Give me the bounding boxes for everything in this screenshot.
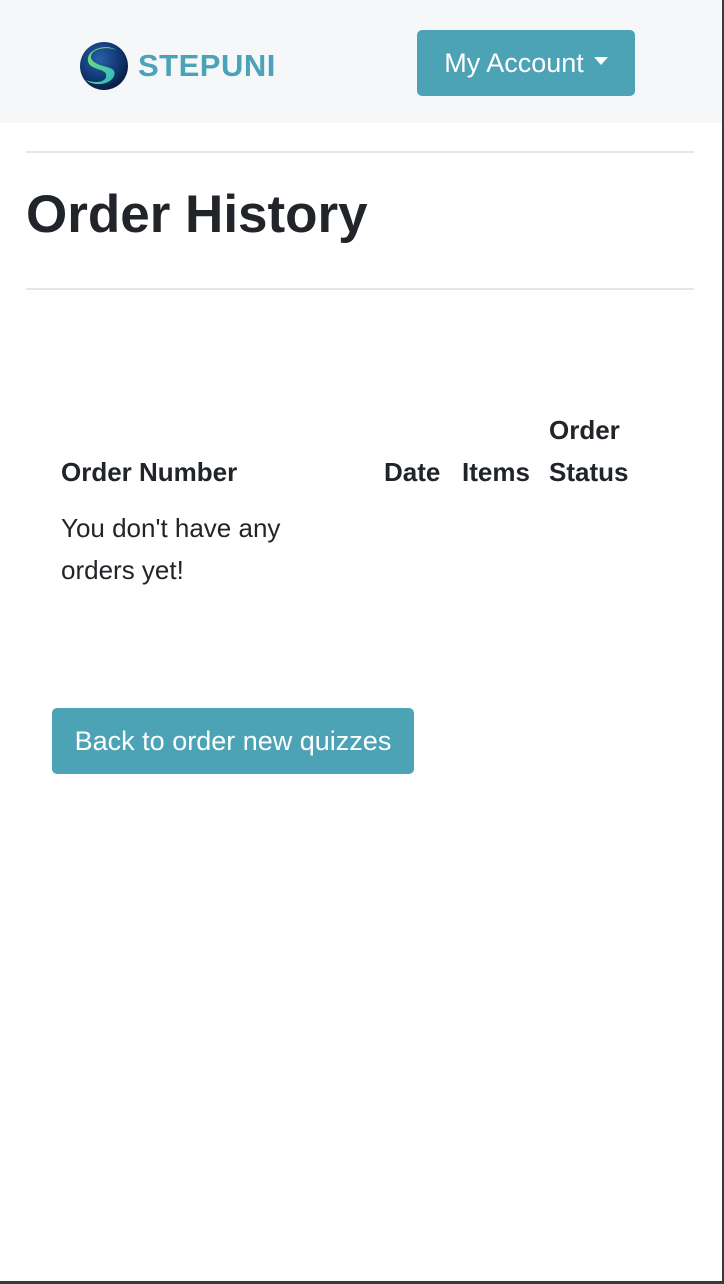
brand-link[interactable]: STEPUNI xyxy=(78,40,276,92)
stepuni-logo-icon xyxy=(80,42,128,90)
column-header-order-number: Order Number xyxy=(61,457,238,487)
column-header-items: Items xyxy=(462,457,530,487)
empty-orders-message: You don't have any orders yet! xyxy=(61,513,281,585)
browser-viewport: STEPUNI My Account Order History Order N… xyxy=(0,0,724,1284)
back-to-order-button[interactable]: Back to order new quizzes xyxy=(52,708,414,774)
my-account-label: My Account xyxy=(444,47,584,78)
page-title: Order History xyxy=(26,185,368,244)
brand-name: STEPUNI xyxy=(138,48,276,83)
column-header-order-status: Order Status xyxy=(549,415,629,487)
my-account-dropdown-button[interactable]: My Account xyxy=(417,30,635,96)
divider-top xyxy=(26,151,694,153)
divider-bottom xyxy=(26,288,694,290)
column-header-date: Date xyxy=(384,457,441,487)
navbar: STEPUNI My Account xyxy=(0,0,722,123)
caret-down-icon xyxy=(593,57,608,65)
